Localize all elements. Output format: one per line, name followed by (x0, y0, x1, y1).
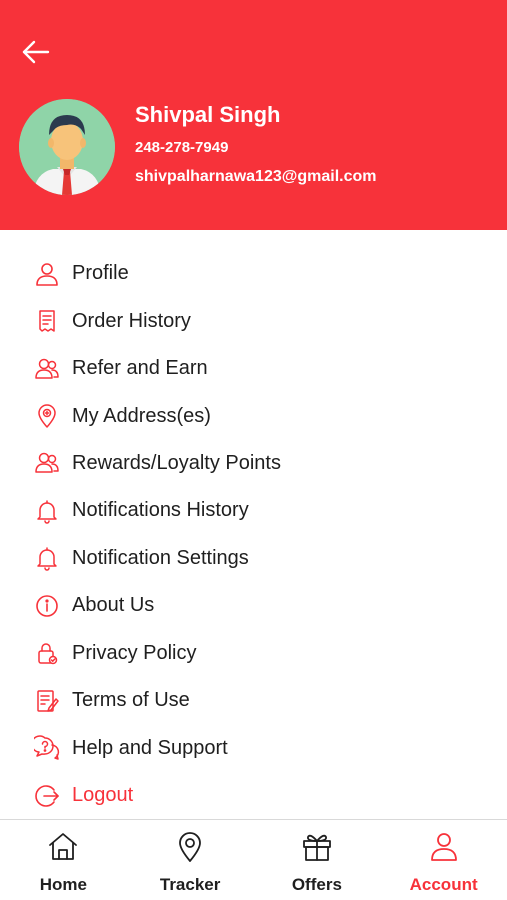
menu-item-label: About Us (72, 594, 155, 617)
menu-item-refer-and-earn[interactable]: Refer and Earn (0, 345, 507, 392)
receipt-icon (33, 307, 61, 335)
gift-icon (300, 830, 334, 869)
nav-item-offers[interactable]: Offers (254, 820, 381, 900)
logout-icon (33, 782, 61, 810)
nav-item-account[interactable]: Account (380, 820, 507, 900)
nav-item-tracker[interactable]: Tracker (127, 820, 254, 900)
user-name: Shivpal Singh (135, 102, 281, 127)
menu-item-profile[interactable]: Profile (0, 250, 507, 297)
lock-icon (33, 639, 61, 667)
menu-item-help-and-support[interactable]: Help and Support (0, 724, 507, 771)
menu-item-my-addresses[interactable]: My Address(es) (0, 392, 507, 439)
nav-label: Home (39, 875, 87, 894)
menu-item-label: Help and Support (72, 736, 228, 759)
menu-item-privacy-policy[interactable]: Privacy Policy (0, 630, 507, 677)
bell-icon (33, 544, 61, 572)
help-chat-icon (33, 734, 61, 762)
menu-item-label: Notification Settings (72, 546, 249, 569)
nav-label: Offers (291, 875, 342, 894)
nav-item-home[interactable]: Home (0, 820, 127, 900)
users-icon (33, 355, 61, 383)
users-icon (33, 449, 61, 477)
menu-item-notifications-history[interactable]: Notifications History (0, 487, 507, 534)
document-icon (33, 687, 61, 715)
user-phone: 248-278-7949 (135, 139, 229, 156)
menu-item-terms-of-use[interactable]: Terms of Use (0, 677, 507, 724)
home-icon (46, 830, 80, 869)
bell-icon (33, 497, 61, 525)
menu-item-notification-settings[interactable]: Notification Settings (0, 535, 507, 582)
info-icon (33, 592, 61, 620)
menu-item-rewards-loyalty-points[interactable]: Rewards/Loyalty Points (0, 440, 507, 487)
menu-item-label: Profile (72, 262, 129, 285)
menu-item-label: Logout (72, 784, 134, 807)
menu-item-label: Privacy Policy (72, 641, 197, 664)
account-menu: Profile Order History Refer and Earn My … (0, 250, 507, 819)
menu-item-label: Rewards/Loyalty Points (72, 451, 281, 474)
menu-item-order-history[interactable]: Order History (0, 297, 507, 344)
menu-item-label: Notifications History (72, 499, 249, 522)
user-email: shivpalharnawa123@gmail.com (135, 168, 377, 185)
back-button[interactable] (18, 38, 54, 70)
menu-item-label: Order History (72, 309, 191, 332)
menu-item-about-us[interactable]: About Us (0, 582, 507, 629)
map-pin-icon (33, 402, 61, 430)
arrow-left-icon (21, 40, 51, 69)
avatar (19, 99, 115, 195)
nav-label: Tracker (159, 875, 221, 894)
menu-item-label: My Address(es) (72, 404, 211, 427)
menu-item-logout[interactable]: Logout (0, 772, 507, 819)
user-info: Shivpal Singh 248-278-7949 shivpalharnaw… (135, 100, 376, 188)
menu-item-label: Terms of Use (72, 689, 190, 712)
nav-label: Account (409, 875, 478, 894)
bottom-nav: Home Tracker Offers Account (0, 819, 507, 900)
menu-item-label: Refer and Earn (72, 357, 208, 380)
map-pin-icon (173, 830, 207, 869)
profile-header: Shivpal Singh 248-278-7949 shivpalharnaw… (0, 0, 507, 230)
account-icon (427, 830, 461, 869)
user-icon (33, 260, 61, 288)
